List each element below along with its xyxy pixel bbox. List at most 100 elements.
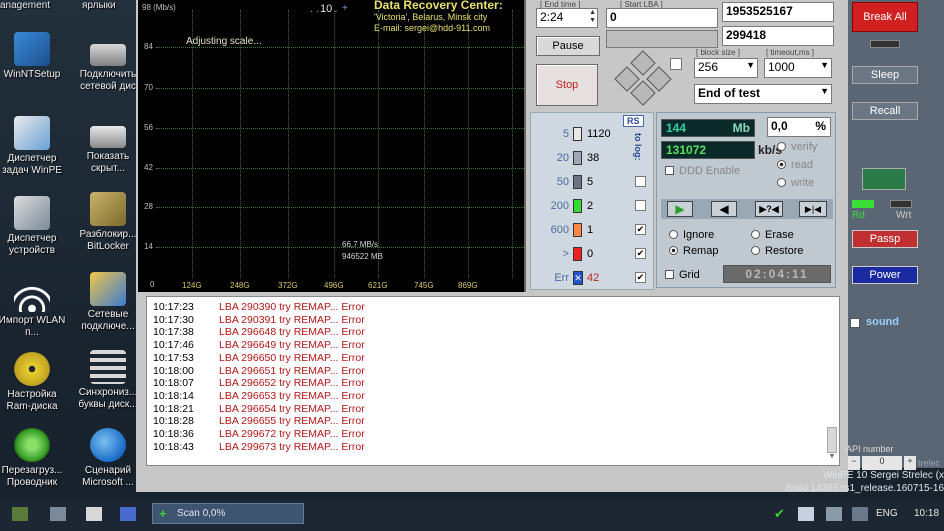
radio-ignore[interactable]: Ignore (669, 229, 714, 241)
log-row: 10:17:30 LBA 290391 try REMAP... Error (153, 314, 365, 327)
radio-read[interactable]: read (777, 159, 813, 171)
cmd-icon[interactable] (86, 507, 102, 521)
end-action-value: End of test (698, 86, 760, 100)
log-checkbox[interactable] (635, 200, 646, 211)
log-message: LBA 296653 try REMAP... Error (219, 389, 365, 402)
end-time-field[interactable]: 2:24 ▲ ▼ (536, 8, 598, 28)
rewind-icon[interactable]: ◀ (711, 201, 737, 217)
grid-checkbox[interactable]: Grid (665, 269, 700, 281)
log-message: LBA 299673 try REMAP... Error (219, 440, 365, 453)
log-checkbox[interactable]: ✔ (635, 248, 646, 259)
log-checkbox[interactable] (635, 176, 646, 187)
api-minus-button[interactable]: − (848, 456, 860, 470)
refresh-icon (14, 428, 50, 462)
bitlocker-key-icon (90, 192, 126, 226)
current-lba-field[interactable]: 299418 (722, 26, 834, 46)
percent-value: 0,0 (771, 119, 788, 133)
radio-remap[interactable]: Remap (669, 245, 718, 257)
grid-vline (240, 10, 241, 278)
disk-icon[interactable] (120, 507, 136, 521)
erase-label: Erase (765, 229, 794, 241)
end-action-select[interactable]: End of test ▼ (694, 84, 832, 104)
skip-question-icon[interactable]: ▶?◀ (755, 201, 783, 217)
desktop-icon-show-hidden[interactable]: Показать скрыт... (72, 122, 144, 175)
x-tick: 372G (278, 281, 298, 290)
api-number-field[interactable]: 0 (862, 456, 902, 470)
end-lba-field[interactable]: 1953525167 (722, 2, 834, 22)
desktop-icon-device-manager[interactable]: Диспетчер устройств (0, 196, 68, 257)
radio-erase[interactable]: Erase (751, 229, 794, 241)
desktop-icon-label: Перезагруз... Проводник (1, 465, 63, 488)
timeout-select[interactable]: 1000 ▼ (764, 58, 832, 78)
sound-checkbox[interactable] (850, 318, 860, 328)
desktop-icon-network-drive[interactable]: Подключить сетевой дис (72, 40, 144, 93)
scroll-down-icon[interactable]: ▼ (827, 453, 837, 463)
log-row: 10:18:14 LBA 296653 try REMAP... Error (153, 390, 365, 403)
block-size-select[interactable]: 256 ▼ (694, 58, 758, 78)
desktop-icon-wlan-import[interactable]: Импорт WLAN п... (0, 278, 68, 339)
block-swatch (573, 223, 582, 237)
log-time: 10:18:36 (153, 428, 194, 440)
block-swatch (573, 127, 582, 141)
language-indicator[interactable]: ENG (876, 508, 898, 519)
speaker-icon[interactable] (852, 507, 868, 521)
play-icon[interactable]: ▶ (667, 201, 693, 217)
start-icon[interactable] (12, 507, 28, 521)
speed-value: 131072 (666, 143, 707, 157)
graph-plus-icon[interactable]: + (342, 3, 348, 14)
grid-timer: 02:04:11 (723, 265, 831, 283)
block-row-600: 600 1 ✔ (531, 221, 655, 241)
log-checkbox[interactable]: ✔ (635, 272, 646, 283)
log-row: 10:18:00 LBA 296651 try REMAP... Error (153, 365, 365, 378)
passp-button[interactable]: Passp (852, 230, 918, 248)
break-all-button[interactable]: Break All (852, 2, 918, 32)
graph-unit-label: 98 (Mb/s) (142, 3, 176, 12)
drive-icon (90, 126, 126, 148)
end-time-spin-icon[interactable]: ▲ ▼ (589, 9, 596, 25)
block-row-count: 42 (587, 272, 600, 284)
desktop-icon-sync-letters[interactable]: Синхрониз... буквы диск... (72, 350, 144, 411)
read-label: read (791, 159, 814, 171)
desktop-icon-bitlocker[interactable]: Разблокир... BitLocker (72, 192, 144, 253)
graph-speed-readout: 66,7 MB/s (342, 240, 379, 249)
display-icon[interactable] (798, 507, 814, 521)
log-row: 10:18:36 LBA 299672 try REMAP... Error (153, 428, 365, 441)
log-message: LBA 296651 try REMAP... Error (219, 364, 365, 377)
api-plus-button[interactable]: + (904, 456, 916, 470)
radio-verify[interactable]: verify (777, 141, 817, 153)
network-icon[interactable] (826, 507, 842, 521)
stop-button[interactable]: Stop (536, 64, 598, 106)
write-label: write (791, 177, 815, 189)
start-lba-field[interactable]: 0 (606, 8, 718, 28)
desktop-icon-ms-script[interactable]: Сценарий Microsoft ... (72, 428, 144, 489)
mb-display: 144 Mb (661, 119, 755, 137)
seek-checkbox[interactable] (670, 58, 682, 70)
timeout-value: 1000 (768, 60, 795, 74)
desktop-icon-winntsetup[interactable]: WinNTSetup (0, 32, 68, 81)
check-icon[interactable]: ✔ (774, 507, 788, 521)
block-row-count: 2 (587, 200, 594, 212)
end-skip-icon[interactable]: ▶|◀ (799, 201, 827, 217)
ddd-enable-checkbox[interactable]: DDD Enable (665, 165, 740, 177)
power-button[interactable]: Power (852, 266, 918, 284)
explorer-icon[interactable] (50, 507, 66, 521)
radio-write[interactable]: write (777, 177, 814, 189)
desktop-icon-restart-explorer[interactable]: Перезагруз... Проводник (0, 428, 68, 489)
verify-label: verify (791, 141, 818, 153)
log-checkbox[interactable]: ✔ (635, 224, 646, 235)
sleep-button[interactable]: Sleep (852, 66, 918, 84)
grid-vline (192, 10, 193, 278)
desktop-icon-ram-disk[interactable]: Настройка Ram-диска (0, 352, 68, 413)
desktop-icon-task-manager[interactable]: Диспетчер задач WinPE (0, 116, 68, 177)
desktop-icon-network-connections[interactable]: Сетевые подключе... (72, 272, 144, 333)
ram-disk-icon (14, 352, 50, 386)
recall-button[interactable]: Recall (852, 102, 918, 120)
pause-button[interactable]: Pause (536, 36, 600, 56)
taskbar-scan-item[interactable]: + Scan 0,0% (152, 503, 304, 524)
log-row: 10:18:07 LBA 296652 try REMAP... Error (153, 377, 365, 390)
api-number-label: API number (846, 444, 894, 454)
clock[interactable]: 10:18 (914, 508, 939, 519)
radio-restore[interactable]: Restore (751, 245, 804, 257)
log-panel[interactable]: ▼ 10:17:23 LBA 290390 try REMAP... Error 1… (146, 296, 840, 466)
log-scrollbar-thumb[interactable] (827, 427, 837, 453)
